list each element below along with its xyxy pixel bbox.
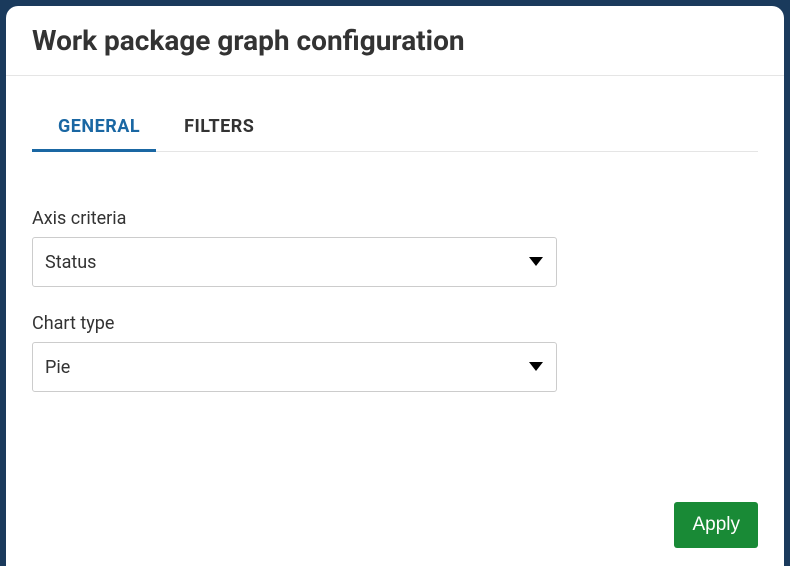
axis-criteria-select[interactable]: Status [32, 237, 557, 287]
axis-criteria-value: Status [45, 252, 96, 273]
chart-type-value: Pie [45, 357, 70, 378]
apply-button[interactable]: Apply [674, 502, 758, 548]
tab-general[interactable]: GENERAL [50, 104, 148, 151]
modal-body: GENERAL FILTERS Axis criteria Status Cha… [6, 76, 784, 502]
modal-title: Work package graph configuration [32, 24, 758, 57]
axis-criteria-group: Axis criteria Status [32, 208, 758, 287]
tabs: GENERAL FILTERS [32, 104, 758, 152]
chart-type-select[interactable]: Pie [32, 342, 557, 392]
axis-criteria-label: Axis criteria [32, 208, 758, 229]
chart-type-group: Chart type Pie [32, 313, 758, 392]
chart-type-select-wrapper: Pie [32, 342, 557, 392]
axis-criteria-select-wrapper: Status [32, 237, 557, 287]
config-modal: Work package graph configuration GENERAL… [6, 6, 784, 566]
form-section: Axis criteria Status Chart type Pie [32, 208, 758, 418]
modal-footer: Apply [6, 502, 784, 566]
chart-type-label: Chart type [32, 313, 758, 334]
modal-header: Work package graph configuration [6, 6, 784, 76]
tab-filters[interactable]: FILTERS [176, 104, 262, 151]
